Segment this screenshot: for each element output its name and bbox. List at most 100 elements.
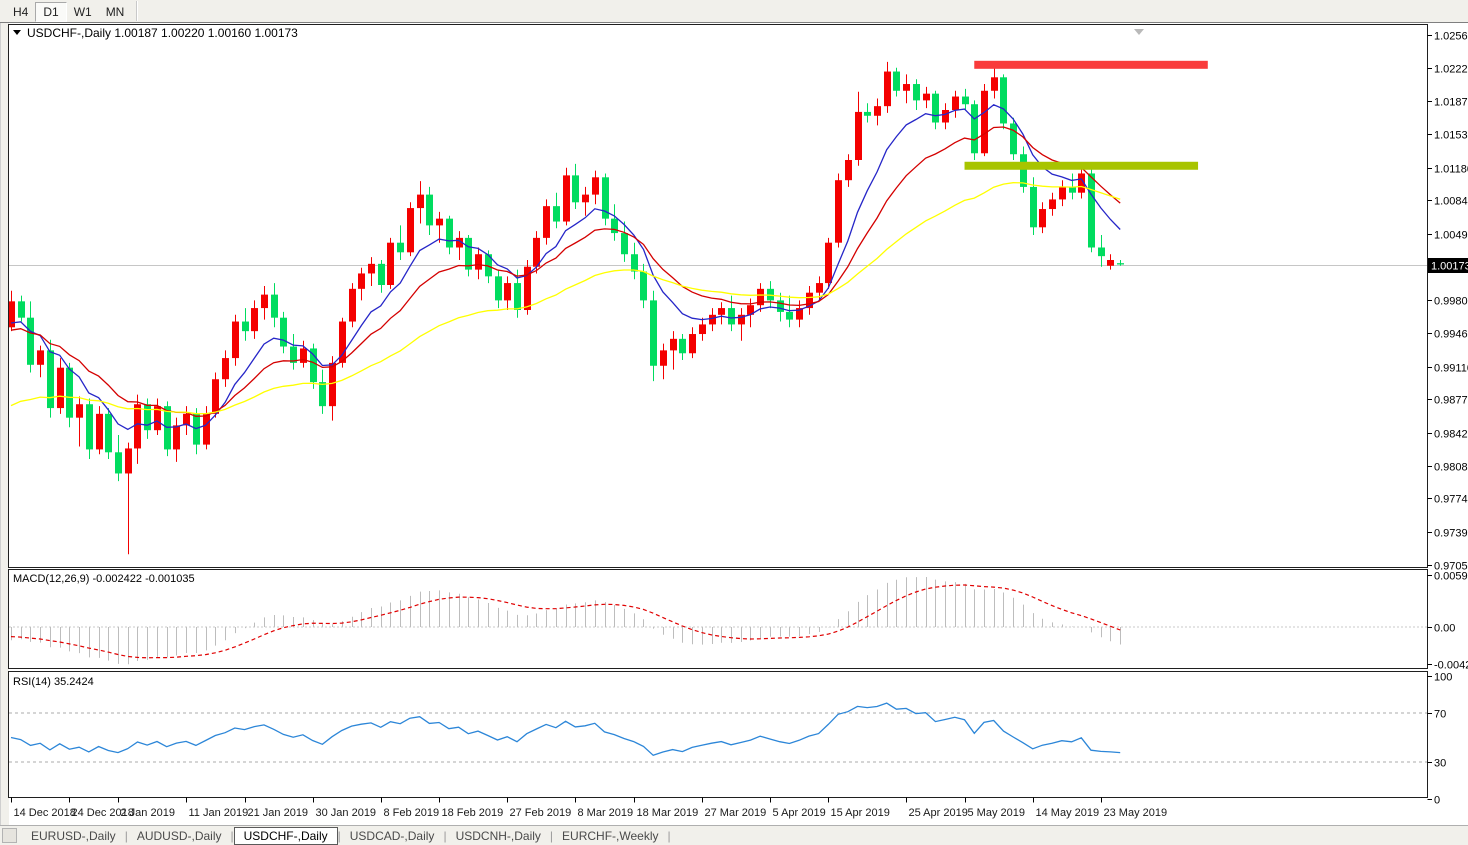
macd-tick-label: 0.00597 (1434, 571, 1468, 583)
candle-body (349, 289, 356, 322)
candle-body (650, 300, 657, 365)
rsi-pane[interactable] (9, 672, 1428, 798)
price-tick-label: 0.98770 (1434, 395, 1468, 407)
date-tick-label: 14 Dec 2018 (14, 807, 76, 819)
candle-body (417, 195, 424, 208)
candle-body (884, 72, 891, 107)
candle-body (76, 404, 83, 417)
candle-body (1059, 187, 1066, 199)
candle-body (446, 219, 453, 248)
candle-body (777, 300, 784, 312)
resistance-level-bar[interactable] (974, 61, 1208, 69)
candle-body (845, 160, 852, 180)
candle-body (436, 219, 443, 226)
date-tick-label: 27 Feb 2019 (510, 807, 572, 819)
price-tick-label: 1.01530 (1434, 130, 1468, 142)
candle-body (621, 233, 628, 254)
timeframe-button-mn[interactable]: MN (99, 3, 132, 21)
date-tick-label: 23 May 2019 (1104, 807, 1168, 819)
candle-body (1098, 247, 1105, 256)
price-tick-label: 1.00490 (1434, 230, 1468, 242)
chart-tab-usdcad[interactable]: USDCAD-,Daily (341, 828, 444, 844)
candle-body (786, 312, 793, 320)
candle-body (397, 243, 404, 253)
candle-body (475, 254, 482, 269)
candle-body (1117, 263, 1124, 264)
candle-body (407, 208, 414, 252)
candle-body (173, 425, 180, 449)
current-price-tag-label: 1.00173 (1431, 261, 1468, 273)
rsi-tick-label: 100 (1434, 672, 1452, 684)
chart-tab-audusd[interactable]: AUDUSD-,Daily (128, 828, 231, 844)
candle-body (991, 77, 998, 90)
toolbar-separator (136, 1, 138, 21)
candle-body (86, 404, 93, 449)
candle-body (1088, 173, 1095, 247)
candle-body (232, 322, 239, 359)
candle-body (679, 339, 686, 353)
candle-body (543, 206, 550, 238)
rsi-tick-label: 30 (1434, 758, 1446, 770)
candle-body (709, 315, 716, 325)
price-tick-label: 1.00840 (1434, 196, 1468, 208)
candle-body (18, 301, 25, 317)
candle-body (66, 368, 73, 418)
date-tick-label: 21 Jan 2019 (248, 807, 309, 819)
price-tick-label: 1.01180 (1434, 164, 1468, 176)
tab-separator: | (667, 829, 670, 843)
candle-body (514, 283, 521, 310)
macd-pane[interactable] (9, 570, 1428, 669)
candle-body (358, 273, 365, 288)
candle-body (981, 91, 988, 153)
candle-body (689, 334, 696, 353)
candle-body (1107, 260, 1114, 266)
main-chart-pane[interactable] (9, 25, 1428, 568)
timeframe-button-w1[interactable]: W1 (67, 3, 99, 21)
date-tick-label: 25 Apr 2019 (909, 807, 968, 819)
support-level-bar[interactable] (965, 162, 1199, 170)
price-tick-label: 0.98080 (1434, 462, 1468, 474)
chart-tab-eurusd[interactable]: EURUSD-,Daily (22, 828, 125, 844)
candle-body (1049, 199, 1056, 209)
candle-body (835, 180, 842, 242)
candle-body (660, 350, 667, 365)
timeframe-button-h4[interactable]: H4 (6, 3, 35, 21)
candle-body (1010, 123, 1017, 154)
candle-body (329, 363, 336, 406)
candle-body (115, 452, 122, 473)
tab-scroll-button[interactable] (2, 828, 17, 843)
candle-body (378, 264, 385, 285)
candle-body (923, 94, 930, 101)
candle-body (96, 414, 103, 450)
chart-tab-usdchf[interactable]: USDCHF-,Daily (234, 827, 338, 845)
candle-body (271, 295, 278, 318)
price-tick-label: 0.99800 (1434, 296, 1468, 308)
candle-body (495, 276, 502, 300)
price-axis: 1.025601.022201.018701.015301.011801.008… (1428, 31, 1468, 573)
candle-body (533, 238, 540, 267)
price-tick-label: 0.98420 (1434, 429, 1468, 441)
price-tick-label: 0.99110 (1434, 363, 1468, 375)
date-axis: 14 Dec 201824 Dec 20182 Jan 201911 Jan 2… (12, 798, 1168, 820)
macd-label: MACD(12,26,9) -0.002422 -0.001035 (13, 573, 195, 585)
chart-tab-usdcnh[interactable]: USDCNH-,Daily (447, 828, 550, 844)
price-tick-label: 0.97740 (1434, 494, 1468, 506)
candle-body (816, 283, 823, 293)
candle-body (893, 72, 900, 91)
candle-body (251, 308, 258, 331)
price-tick-label: 1.02220 (1434, 64, 1468, 76)
candle-body (27, 318, 34, 365)
candle-body (387, 243, 394, 285)
date-tick-label: 14 May 2019 (1036, 807, 1100, 819)
date-tick-label: 18 Mar 2019 (637, 807, 699, 819)
price-tick-label: 0.97390 (1434, 528, 1468, 540)
chart-canvas[interactable]: USDCHF-,Daily 1.00187 1.00220 1.00160 1.… (0, 0, 1468, 845)
date-tick-label: 5 Apr 2019 (773, 807, 826, 819)
timeframe-button-d1[interactable]: D1 (35, 2, 66, 22)
candle-body (718, 308, 725, 315)
chart-title: USDCHF-,Daily 1.00187 1.00220 1.00160 1.… (27, 26, 298, 40)
chart-tab-eurchf[interactable]: EURCHF-,Weekly (553, 828, 667, 844)
date-tick-label: 8 Feb 2019 (384, 807, 440, 819)
candle-body (728, 308, 735, 324)
candle-body (592, 177, 599, 194)
